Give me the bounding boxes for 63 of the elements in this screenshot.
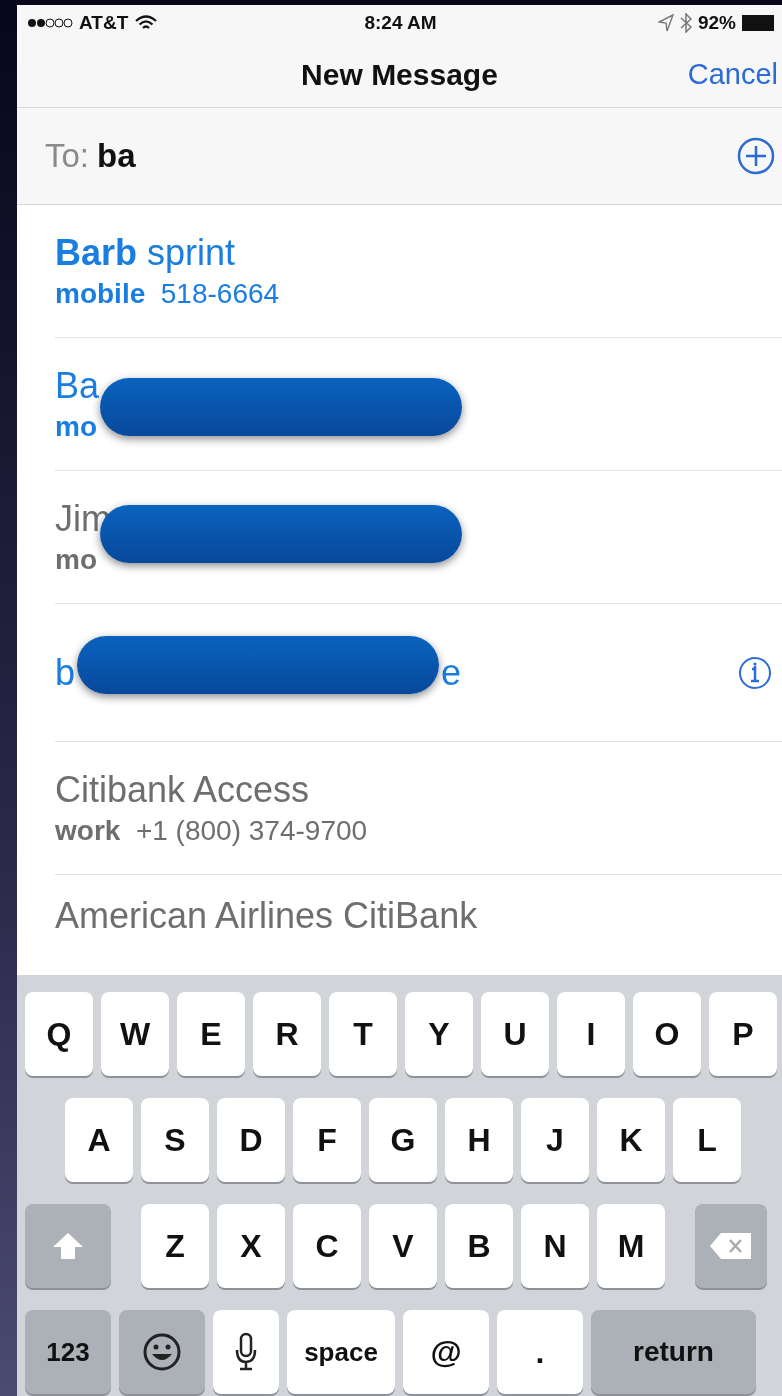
keyboard-key[interactable]: M (597, 1204, 665, 1288)
bluetooth-icon (679, 13, 692, 34)
keyboard-key[interactable]: J (521, 1098, 589, 1182)
contact-suggestion[interactable]: Barb sprint mobile 518-6664 (55, 205, 782, 338)
keyboard-key[interactable]: K (597, 1098, 665, 1182)
battery-icon (742, 14, 774, 33)
return-key[interactable]: return (591, 1310, 756, 1394)
contact-name: American Airlines CitiBank (55, 895, 478, 937)
keyboard-key[interactable]: E (177, 992, 245, 1076)
microphone-icon (234, 1332, 258, 1372)
keyboard-key[interactable]: Y (405, 992, 473, 1076)
keyboard-key[interactable]: O (633, 992, 701, 1076)
contact-name: Barb sprint (55, 232, 236, 274)
signal-strength-icon (27, 17, 73, 30)
add-circle-icon (736, 136, 776, 177)
keyboard-key[interactable]: F (293, 1098, 361, 1182)
phone-detail: mo (55, 544, 98, 576)
shift-arrow-icon (51, 1231, 85, 1261)
contact-name-end: e (441, 651, 462, 694)
contact-name: b (55, 651, 76, 694)
keyboard-key[interactable]: @ (403, 1310, 489, 1394)
keyboard-key[interactable]: S (141, 1098, 209, 1182)
keyboard-key[interactable]: G (369, 1098, 437, 1182)
keyboard-key[interactable]: H (445, 1098, 513, 1182)
space-key[interactable]: space (287, 1310, 395, 1394)
location-arrow-icon (657, 14, 674, 33)
keyboard-key[interactable]: . (497, 1310, 583, 1394)
keyboard-key[interactable]: R (253, 992, 321, 1076)
keyboard-key[interactable]: I (557, 992, 625, 1076)
keyboard-key[interactable]: Z (141, 1204, 209, 1288)
clock-time: 8:24 AM (364, 12, 437, 35)
carrier-name: AT&T (79, 12, 129, 35)
phone-detail: mobile 518-6664 (55, 278, 281, 310)
info-icon (738, 655, 772, 690)
keyboard-key[interactable]: L (673, 1098, 741, 1182)
contact-suggestion[interactable]: Ba mo (55, 338, 782, 471)
contact-name: Ba (55, 365, 100, 407)
numbers-key[interactable]: 123 (25, 1310, 111, 1394)
keyboard-key[interactable]: Q (25, 992, 93, 1076)
keyboard-key[interactable]: D (217, 1098, 285, 1182)
battery-percentage: 92% (697, 12, 736, 35)
smiley-icon (142, 1332, 182, 1372)
contact-suggestion[interactable]: American Airlines CitiBank (55, 875, 782, 975)
keyboard-key[interactable]: P (709, 992, 777, 1076)
keyboard-key[interactable]: U (481, 992, 549, 1076)
contact-suggestion[interactable]: Citibank Access work +1 (800) 374-9700 (55, 742, 782, 875)
keyboard-key[interactable]: T (329, 992, 397, 1076)
keyboard-key[interactable]: V (369, 1204, 437, 1288)
keyboard-key[interactable]: A (65, 1098, 133, 1182)
keyboard-key[interactable]: C (293, 1204, 361, 1288)
phone-detail: mo (55, 411, 98, 443)
cancel-link[interactable]: Cancel (687, 58, 778, 92)
delete-icon (709, 1231, 753, 1261)
keyboard-key[interactable]: W (101, 992, 169, 1076)
keyboard-key[interactable]: B (445, 1204, 513, 1288)
screen-title: New Message (301, 57, 498, 92)
emoji-key[interactable] (119, 1310, 205, 1394)
keyboard-key[interactable]: N (521, 1204, 589, 1288)
contact-suggestion[interactable]: b e (55, 604, 782, 742)
microphone-key[interactable] (213, 1310, 279, 1394)
contact-name: Citibank Access (55, 769, 310, 811)
keyboard-key[interactable]: X (217, 1204, 285, 1288)
phone-detail: work +1 (800) 374-9700 (55, 815, 369, 847)
